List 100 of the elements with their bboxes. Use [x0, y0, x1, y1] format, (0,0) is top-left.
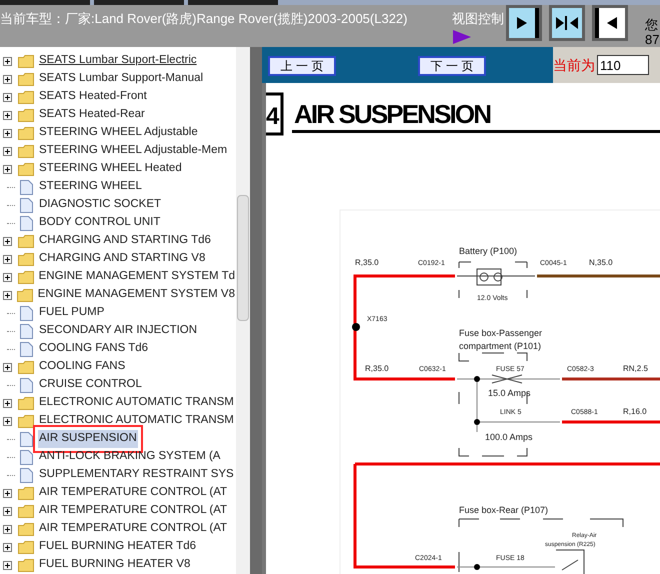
expand-icon [3, 236, 12, 246]
tree-item[interactable]: SEATS Heated-Front [38, 88, 148, 106]
folder-icon [18, 90, 34, 104]
folder-icon [18, 504, 34, 518]
expand-icon [3, 542, 12, 552]
tree-item[interactable]: SEATS Lumbar Suport-Electric [38, 52, 198, 70]
tree-item[interactable]: CRUISE CONTROL [38, 376, 143, 394]
previous-page-button[interactable]: 上 一 页 [268, 56, 336, 76]
document-icon [20, 468, 32, 482]
expand-icon [3, 74, 12, 84]
tree-item[interactable]: AIR TEMPERATURE CONTROL (AT [38, 502, 228, 520]
tree-item[interactable]: ENGINE MANAGEMENT SYSTEM Td [38, 268, 236, 286]
folder-icon [18, 162, 34, 176]
folder-icon [18, 252, 34, 266]
expand-icon [3, 128, 12, 138]
tree-item[interactable]: FUEL BURNING HEATER V8 [38, 556, 192, 574]
folder-icon [17, 288, 34, 302]
tree-item[interactable]: AIR TEMPERATURE CONTROL (AT [38, 520, 228, 538]
view-control-label: 视图控制 [452, 10, 504, 28]
expand-icon [3, 398, 12, 408]
tree-item[interactable]: ENGINE MANAGEMENT SYSTEM V8 [36, 286, 236, 304]
document-icon [20, 378, 32, 392]
document-icon [20, 198, 32, 212]
expand-icon [3, 362, 12, 372]
diagram-label: RN,2.5 [623, 364, 648, 373]
tree-item[interactable]: CHARGING AND STARTING V8 [38, 250, 206, 268]
split-view-button[interactable] [549, 5, 585, 41]
tree-item[interactable]: CHARGING AND STARTING Td6 [38, 232, 212, 250]
folder-icon [18, 270, 34, 284]
scrollbar-thumb[interactable] [237, 195, 249, 321]
tree-item[interactable]: COOLING FANS [38, 358, 126, 376]
expand-icon [3, 56, 12, 66]
tree-item[interactable]: AIR SUSPENSION [38, 430, 138, 448]
document-icon [20, 324, 32, 338]
tree-item[interactable]: BODY CONTROL UNIT [38, 214, 162, 232]
folder-icon [18, 144, 34, 158]
expand-icon [3, 272, 12, 282]
scrollbar[interactable] [236, 47, 250, 574]
folder-icon [18, 54, 34, 68]
section-number-box [266, 92, 284, 136]
diagram-label: N,35.0 [589, 258, 613, 267]
tree-item[interactable]: COOLING FANS Td6 [38, 340, 150, 358]
header-text: 您 [645, 17, 659, 32]
folder-icon [18, 360, 34, 374]
diagram-label: R,16.0 [623, 407, 647, 416]
arrow-left-icon [607, 17, 617, 29]
expand-icon [3, 560, 12, 570]
folder-icon [18, 396, 34, 410]
page-number-field[interactable]: 110 [597, 55, 649, 75]
tree-item[interactable]: ANTI-LOCK BRAKING SYSTEM (A [38, 448, 222, 466]
collapse-left-button[interactable] [592, 5, 628, 41]
collapse-right-button[interactable] [506, 5, 542, 41]
document-icon [20, 306, 32, 320]
folder-icon [18, 486, 34, 500]
tree-item[interactable]: FUEL PUMP [38, 304, 106, 322]
document-icon [20, 432, 32, 446]
folder-icon [18, 234, 34, 248]
tree-item[interactable]: SUPPLEMENTARY RESTRAINT SYS [38, 466, 235, 484]
tree-item[interactable]: FUEL BURNING HEATER Td6 [38, 538, 197, 556]
expand-icon [3, 254, 12, 264]
play-arrow-icon [453, 30, 471, 44]
expand-icon [3, 146, 12, 156]
expand-icon [3, 290, 12, 300]
expand-icon [3, 416, 12, 426]
expand-icon [3, 524, 12, 534]
folder-icon [18, 558, 34, 572]
diagram-label: Battery (P100) [459, 246, 518, 256]
tree-item[interactable]: STEERING WHEEL [38, 178, 143, 196]
folder-icon [18, 414, 34, 428]
tree-item[interactable]: SECONDARY AIR INJECTION [38, 322, 198, 340]
tree-item[interactable]: SEATS Heated-Rear [38, 106, 146, 124]
diagram-label: Fuse box-Passenger [459, 328, 542, 338]
folder-icon [18, 126, 34, 140]
diagram-label: Fuse box-Rear (P107) [459, 505, 548, 515]
diagram-label: R,35.0 [365, 364, 389, 373]
header-text: 87 [645, 32, 660, 47]
diagram-label: 100.0 Amps [485, 432, 533, 442]
next-page-button[interactable]: 下 一 页 [418, 56, 486, 76]
tree-item[interactable]: STEERING WHEEL Heated [38, 160, 183, 178]
document-icon [20, 216, 32, 230]
converge-arrows-icon [556, 16, 578, 30]
diagram-label: R,35.0 [355, 258, 379, 267]
tree-item[interactable]: STEERING WHEEL Adjustable-Mem [38, 142, 228, 160]
diagram-label: 15.0 Amps [488, 388, 531, 398]
tree-item[interactable]: SEATS Lumbar Support-Manual [38, 70, 204, 88]
tree-item[interactable]: ELECTRONIC AUTOMATIC TRANSM [38, 412, 235, 430]
diagram-label: compartment (P101) [459, 341, 542, 351]
section-number: 4 [266, 103, 280, 130]
folder-icon [18, 108, 34, 122]
tree-item[interactable]: AIR TEMPERATURE CONTROL (AT [38, 484, 228, 502]
document-icon [20, 450, 32, 464]
document-icon [20, 342, 32, 356]
expand-icon [3, 506, 12, 516]
folder-icon [18, 540, 34, 554]
tree-item[interactable]: STEERING WHEEL Adjustable [38, 124, 199, 142]
expand-icon [3, 164, 12, 174]
tree-item[interactable]: DIAGNOSTIC SOCKET [38, 196, 162, 214]
folder-icon [18, 522, 34, 536]
folder-icon [18, 72, 34, 86]
tree-item[interactable]: ELECTRONIC AUTOMATIC TRANSM [38, 394, 235, 412]
